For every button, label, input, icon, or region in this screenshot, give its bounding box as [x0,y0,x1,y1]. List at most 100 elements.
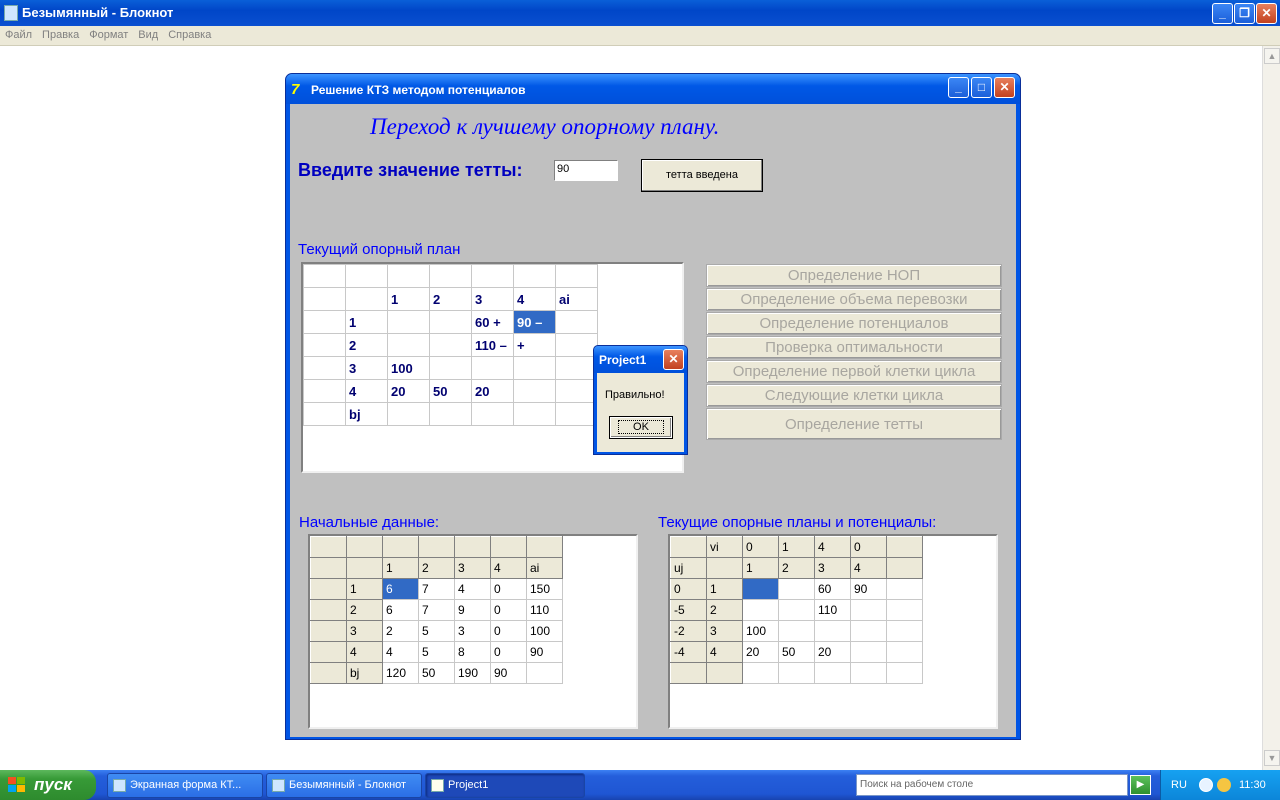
grid-cell[interactable] [303,379,346,403]
grid-cell[interactable]: 110 [814,599,851,621]
grid-cell[interactable] [429,402,472,426]
grid-cell[interactable] [706,662,743,684]
grid-cell[interactable] [345,264,388,288]
grid-cell[interactable] [310,599,347,621]
grid-cell[interactable] [310,662,347,684]
grid-cell[interactable] [778,599,815,621]
grid-cell[interactable]: 4 [513,287,556,311]
grid-cell[interactable] [471,402,514,426]
step-button-optimality[interactable]: Проверка оптимальности [706,336,1002,359]
task-project1[interactable]: Project1 [425,773,585,798]
grid-cell[interactable]: 100 [742,620,779,642]
grid-cell[interactable]: 60 + [471,310,514,334]
grid-cell[interactable] [310,641,347,663]
grid-cell[interactable]: bj [346,662,383,684]
grid-cell[interactable]: 6 [382,578,419,600]
grid-cell[interactable] [886,662,923,684]
step-button-volume[interactable]: Определение объема перевозки [706,288,1002,311]
grid-cell[interactable]: 150 [526,578,563,600]
grid-cell[interactable] [303,356,346,380]
grid-cell[interactable] [706,557,743,579]
grid-cell[interactable]: 0 [490,641,527,663]
grid-cell[interactable] [742,599,779,621]
grid-cell[interactable] [429,333,472,357]
grid-cell[interactable]: 20 [387,379,430,403]
task-notepad[interactable]: Безымянный - Блокнот [266,773,422,798]
grid-cell[interactable]: ai [526,557,563,579]
restore-button[interactable]: ❐ [1234,3,1255,24]
task-screen-form[interactable]: Экранная форма КТ... [107,773,263,798]
grid-cell[interactable] [670,536,707,558]
grid-cell[interactable]: 1 [387,287,430,311]
step-button-potentials[interactable]: Определение потенциалов [706,312,1002,335]
grid-cell[interactable] [310,557,347,579]
grid-cell[interactable] [886,641,923,663]
scroll-up-arrow-icon[interactable]: ▲ [1264,48,1280,64]
grid-cell[interactable] [526,662,563,684]
grid-cell[interactable]: 190 [454,662,491,684]
grid-cell[interactable]: 4 [490,557,527,579]
grid-cell[interactable]: 3 [454,620,491,642]
menu-help[interactable]: Справка [163,26,216,41]
grid-cell[interactable]: 8 [454,641,491,663]
grid-cell[interactable] [886,599,923,621]
grid-cell[interactable]: 5 [418,620,455,642]
grid-cell[interactable] [886,578,923,600]
initial-data-grid[interactable]: 1 2 3 4 ai 1 6 7 4 0 150 2 6 7 9 0 110 3 2 5 3 0 100 4 4 5 8 0 90 bj 1… [310,536,563,684]
grid-cell[interactable]: 3 [471,287,514,311]
grid-cell[interactable]: 4 [346,641,383,663]
grid-cell[interactable] [850,641,887,663]
grid-cell[interactable]: -4 [670,641,707,663]
grid-cell[interactable] [418,536,455,558]
grid-cell[interactable] [850,599,887,621]
grid-cell[interactable]: bj [345,402,388,426]
grid-cell[interactable]: 110 [526,599,563,621]
grid-cell[interactable]: 6 [382,599,419,621]
grid-cell[interactable] [742,578,779,600]
tray-app-icon[interactable] [1217,778,1231,792]
grid-cell[interactable] [471,264,514,288]
grid-cell[interactable]: 90 [490,662,527,684]
grid-cell[interactable] [310,536,347,558]
app-minimize-button[interactable]: _ [948,77,969,98]
grid-cell[interactable] [303,310,346,334]
potentials-grid[interactable]: vi 0 1 4 0 uj 1 2 3 4 0 1 60 90 -5 2 110 -2 3 100 -4 4 20 50 20 [670,536,923,684]
grid-cell[interactable]: 2 [346,599,383,621]
grid-cell[interactable]: 90 [850,578,887,600]
language-indicator[interactable]: RU [1171,779,1187,791]
grid-cell[interactable] [526,536,563,558]
grid-cell[interactable]: 1 [382,557,419,579]
grid-cell[interactable]: 50 [418,662,455,684]
grid-cell[interactable] [778,662,815,684]
grid-cell[interactable]: 2 [418,557,455,579]
scroll-down-arrow-icon[interactable]: ▼ [1264,750,1280,766]
grid-cell[interactable]: 5 [418,641,455,663]
grid-cell[interactable] [555,356,598,380]
grid-cell[interactable] [429,310,472,334]
grid-cell[interactable]: 90 – [513,310,556,334]
grid-cell[interactable]: 3 [814,557,851,579]
grid-cell[interactable] [454,536,491,558]
grid-cell[interactable]: 100 [387,356,430,380]
grid-cell[interactable] [429,264,472,288]
grid-cell[interactable] [387,402,430,426]
grid-cell[interactable] [387,264,430,288]
close-button[interactable]: ✕ [1256,3,1277,24]
menu-format[interactable]: Формат [84,26,133,41]
menu-edit[interactable]: Правка [37,26,84,41]
grid-cell[interactable]: 20 [471,379,514,403]
grid-cell[interactable] [814,620,851,642]
grid-cell[interactable]: 20 [742,641,779,663]
grid-cell[interactable]: 0 [490,620,527,642]
grid-cell[interactable] [555,310,598,334]
grid-cell[interactable]: 1 [345,310,388,334]
grid-cell[interactable] [513,402,556,426]
notepad-title-bar[interactable]: Безымянный - Блокнот _ ❐ ✕ [0,0,1280,26]
app-title-bar[interactable]: 7 Решение КТЗ методом потенциалов _ □ ✕ [286,74,1020,104]
grid-cell[interactable]: 2 [345,333,388,357]
grid-cell[interactable]: 9 [454,599,491,621]
grid-cell[interactable]: 0 [490,599,527,621]
grid-cell[interactable]: 0 [742,536,779,558]
grid-cell[interactable]: 4 [850,557,887,579]
grid-cell[interactable]: 4 [706,641,743,663]
